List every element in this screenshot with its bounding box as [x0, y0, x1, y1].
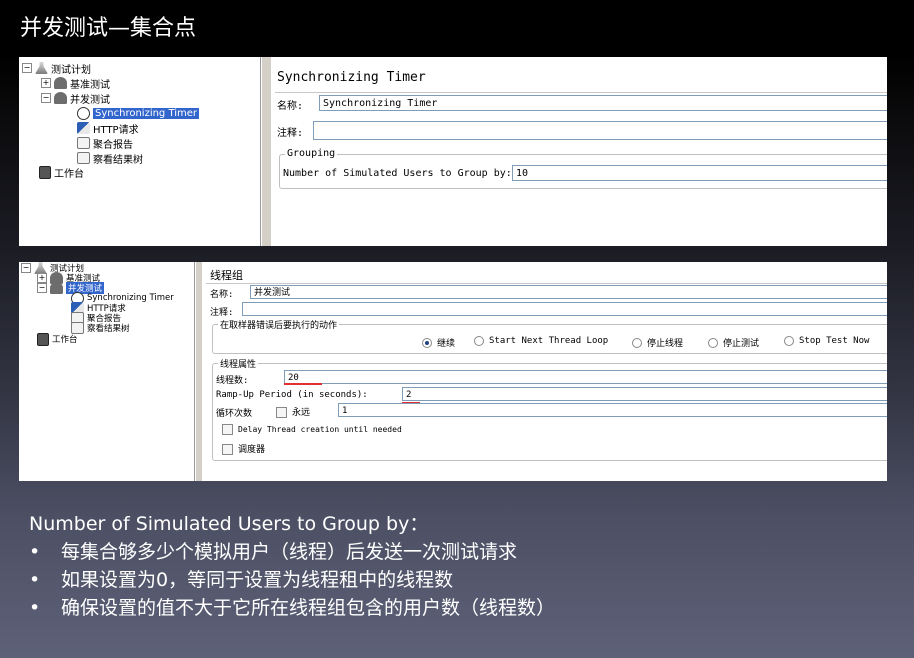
tree-label: HTTP请求	[93, 124, 139, 136]
thread-group-icon	[54, 92, 67, 104]
tree-label: 聚合报告	[93, 139, 133, 151]
sync-timer-form: Synchronizing Timer 名称: Synchronizing Ti…	[271, 57, 887, 246]
jmeter-window-sync-timer: − 测试计划 + 基准测试 − 并发测试 Synchronizing Timer…	[19, 57, 887, 246]
radio-icon	[784, 336, 794, 346]
delay-checkbox[interactable]: Delay Thread creation until needed	[222, 424, 402, 435]
scheduler-checkbox[interactable]: 调度器	[222, 442, 265, 455]
timer-icon	[77, 106, 90, 120]
divider	[206, 283, 887, 284]
tree-node-concurrent[interactable]: − 并发测试	[41, 91, 110, 106]
users-input[interactable]: 10	[512, 165, 887, 181]
thread-group-form: 线程组 名称: 并发测试 注释: 在取样器错误后要执行的动作 继续 Start …	[202, 262, 887, 481]
radio-stop-test[interactable]: 停止测试	[708, 336, 759, 349]
tree-node-test-plan[interactable]: − 测试计划	[22, 61, 91, 76]
tree-node-workbench[interactable]: 工作台	[39, 165, 84, 180]
loop-label: 循环次数	[216, 409, 253, 419]
report-icon	[77, 137, 90, 149]
comment-input[interactable]	[242, 302, 887, 316]
report-icon	[77, 152, 90, 164]
rampup-label: Ramp-Up Period (in seconds):	[216, 390, 368, 400]
test-plan-tree: − 测试计划 + 基准测试 − 并发测试 Synchronizing Timer…	[19, 262, 195, 481]
tree-node-results[interactable]: 察看结果树	[71, 322, 130, 334]
tree-label: 工作台	[52, 335, 78, 345]
comment-label: 注释:	[277, 128, 304, 139]
tree-label-selected: Synchronizing Timer	[93, 107, 200, 119]
error-action-label: 在取样器错误后要执行的动作	[218, 318, 340, 331]
threads-label: 线程数:	[216, 376, 249, 386]
users-label: Number of Simulated Users to Group by:	[283, 168, 512, 179]
jmeter-window-thread-group: − 测试计划 + 基准测试 − 并发测试 Synchronizing Timer…	[19, 262, 887, 481]
sampler-icon	[77, 122, 90, 134]
comment-label: 注释:	[210, 308, 234, 318]
explanation-heading: Number of Simulated Users to Group by：	[29, 513, 429, 535]
radio-stop-thread[interactable]: 停止线程	[632, 336, 683, 349]
radio-stop-test-now[interactable]: Stop Test Now	[784, 336, 869, 346]
tree-node-aggregate[interactable]: 聚合报告	[77, 136, 133, 151]
divider	[275, 92, 887, 93]
explanation-text: Number of Simulated Users to Group by： •…	[29, 510, 555, 622]
tree-label: 察看结果树	[87, 324, 130, 334]
test-plan-tree: − 测试计划 + 基准测试 − 并发测试 Synchronizing Timer…	[19, 57, 261, 246]
tree-node-sync-timer[interactable]: Synchronizing Timer	[77, 106, 200, 120]
flask-icon	[35, 62, 48, 74]
tree-node-workbench[interactable]: 工作台	[37, 332, 78, 346]
tree-label: 工作台	[54, 168, 84, 180]
threads-underline-mark	[284, 383, 322, 385]
radio-icon	[474, 336, 484, 346]
tree-label: 基准测试	[70, 79, 110, 91]
thread-group-icon	[50, 282, 63, 294]
expand-icon[interactable]: +	[41, 78, 51, 88]
checkbox-icon	[222, 424, 233, 435]
tree-node-results[interactable]: 察看结果树	[77, 151, 143, 166]
tree-node-http[interactable]: HTTP请求	[77, 121, 139, 136]
comment-input[interactable]	[313, 121, 887, 140]
thread-props-label: 线程属性	[218, 357, 259, 370]
collapse-icon[interactable]: −	[22, 63, 32, 73]
name-label: 名称:	[277, 101, 304, 112]
radio-start-next-loop[interactable]: Start Next Thread Loop	[474, 336, 608, 346]
workbench-icon	[37, 332, 49, 346]
grouping-label: Grouping	[285, 148, 338, 159]
collapse-icon[interactable]: −	[41, 93, 51, 103]
bullet-item: • 确保设置的值不大于它所在线程组包含的用户数（线程数）	[29, 597, 556, 619]
checkbox-icon	[276, 407, 287, 418]
slide-title: 并发测试—集合点	[20, 16, 197, 41]
forever-checkbox[interactable]: 永远	[276, 405, 310, 418]
radio-icon	[632, 337, 642, 348]
workbench-icon	[39, 165, 51, 179]
form-title: Synchronizing Timer	[277, 70, 426, 85]
bullet-item: • 如果设置为0，等同于设置为线程租中的线程数	[29, 569, 454, 591]
rampup-input[interactable]: 2	[402, 387, 887, 401]
loop-input[interactable]: 1	[338, 403, 887, 417]
name-input[interactable]: Synchronizing Timer	[319, 95, 887, 111]
thread-group-icon	[54, 77, 67, 89]
checkbox-icon	[222, 444, 233, 455]
tree-node-baseline[interactable]: + 基准测试	[41, 76, 110, 91]
radio-continue[interactable]: 继续	[422, 336, 455, 349]
form-title: 线程组	[210, 269, 243, 282]
collapse-icon[interactable]: −	[21, 263, 31, 273]
threads-input[interactable]: 20	[284, 370, 887, 384]
tree-label: 测试计划	[51, 64, 91, 76]
tree-label: 察看结果树	[93, 154, 143, 166]
name-label: 名称:	[210, 290, 234, 300]
collapse-icon[interactable]: −	[37, 283, 47, 293]
tree-label: 并发测试	[70, 94, 110, 106]
radio-selected-icon	[422, 337, 432, 348]
bullet-item: • 每集合够多少个模拟用户（线程）后发送一次测试请求	[29, 541, 518, 563]
name-input[interactable]: 并发测试	[250, 285, 887, 299]
radio-icon	[708, 337, 718, 348]
